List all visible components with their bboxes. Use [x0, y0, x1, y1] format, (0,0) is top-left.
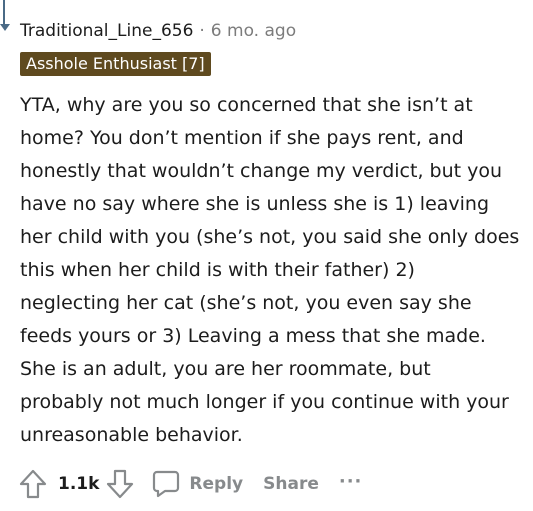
vote-score: 1.1k: [58, 474, 100, 494]
speech-bubble-icon: [151, 469, 181, 499]
comment-header: Traditional_Line_656 · 6 mo. ago: [20, 18, 296, 44]
downvote-icon[interactable]: [103, 467, 137, 501]
author-username[interactable]: Traditional_Line_656: [20, 21, 193, 41]
user-flair: Asshole Enthusiast [7]: [20, 52, 211, 76]
thread-collapse-marker[interactable]: [0, 24, 10, 31]
comment-actions: 1.1k Reply Share ···: [16, 466, 362, 502]
separator-dot: ·: [199, 21, 205, 41]
more-options-icon[interactable]: ···: [339, 471, 363, 492]
comment-timestamp[interactable]: 6 mo. ago: [211, 21, 296, 41]
upvote-icon[interactable]: [16, 467, 50, 501]
reply-button[interactable]: Reply: [151, 469, 243, 499]
comment-body: YTA, why are you so concerned that she i…: [20, 94, 520, 446]
thread-line[interactable]: [3, 0, 5, 26]
reply-label: Reply: [189, 474, 244, 494]
share-button[interactable]: Share: [263, 474, 319, 494]
